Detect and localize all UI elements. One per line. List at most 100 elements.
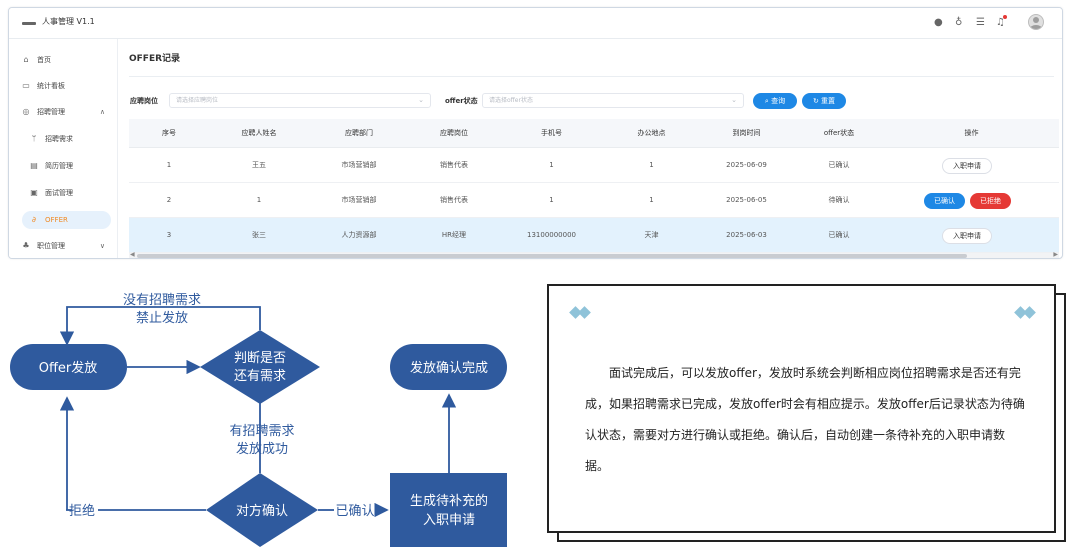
header-cell: 序号 [162,129,176,137]
horizontal-scrollbar[interactable]: ◀ ▶ [129,251,1059,258]
status-select[interactable]: 请选择offer状态 ⌄ [482,93,744,108]
sidebar-item-label: 统计看板 [37,82,65,90]
onboarding-apply-button[interactable]: 入职申请 [942,158,992,174]
table-cell: HR经理 [441,231,467,239]
table-cell: 13100000000 [527,231,576,239]
top-bar: 人事管理 V1.1 ● ♁ ☰ ♫ [9,8,1062,39]
sidebar: ⌂ 首页 ▭ 统计看板 ◎ 招聘管理 ∧ ᛘ 招聘需求 ▤ 简历管理 ▣ 面试管… [9,39,118,258]
sidebar-item-offer[interactable]: ∂ OFFER [22,211,111,229]
sidebar-item-home[interactable]: ⌂ 首页 [15,51,111,69]
decision-node-demand [200,330,320,404]
diamond-icon [1023,306,1036,319]
decision1-label: 还有需求 [234,369,286,384]
header-cell: 应聘岗位 [440,129,468,137]
chevron-down-icon: ⌄ [418,96,424,104]
has-demand-label: 发放成功 [236,441,288,457]
offer-flowchart: Offer发放 判断是否 还有需求 没有招聘需求 禁止发放 有招聘需求 发放成功… [10,293,507,547]
status-select-placeholder: 请选择offer状态 [489,97,533,104]
translate-icon[interactable]: ♁ [955,17,962,29]
query-button-label: 查询 [771,97,786,105]
logo-icon [22,22,36,25]
sidebar-item-label: 招聘需求 [45,135,73,143]
refresh-icon: ↻ [812,97,822,105]
sidebar-item-demand[interactable]: ᛘ 招聘需求 [15,130,111,148]
resume-icon: ▤ [30,161,38,170]
header-cell: 手机号 [541,129,562,137]
table-cell: 1 [166,161,172,169]
table-cell: 市场营销部 [341,196,377,204]
chevron-down-icon: ⌄ [731,96,737,104]
branch-icon: ᛘ [31,134,37,143]
header-cell: 办公地点 [637,129,666,137]
sidebar-item-resume[interactable]: ▤ 简历管理 [15,157,111,175]
table-header: 序号 应聘人姓名 应聘部门 应聘岗位 手机号 办公地点 到岗时间 offer状态… [129,119,1059,148]
sidebar-item-label: 首页 [37,56,51,64]
table-cell: 1 [549,161,554,169]
header-cell: 应聘部门 [345,129,373,137]
position-select-placeholder: 请选择应聘岗位 [176,97,219,104]
sidebar-item-recruitment[interactable]: ◎ 招聘管理 ∧ [15,103,111,121]
table-cell: 2025-06-03 [726,231,767,239]
notification-dot [1003,15,1007,19]
recruit-icon: ◎ [22,107,30,116]
table-cell: 1 [549,196,554,204]
scrollbar-thumb[interactable] [137,254,967,258]
note-card: 面试完成后，可以发放offer，发放时系统会判断相应岗位招聘需求是否还有完成，如… [547,284,1056,533]
status-filter-label: offer状态 [445,97,478,105]
table-cell: 销售代表 [440,161,468,169]
scroll-right-icon[interactable]: ▶ [1053,251,1058,258]
scroll-left-icon[interactable]: ◀ [130,251,135,258]
robot-icon[interactable]: ● [934,17,943,29]
reject-label: 拒绝 [69,503,95,519]
table-cell: 2 [166,196,172,204]
divider [129,76,1054,77]
position-filter-label: 应聘岗位 [130,97,158,105]
table-cell: 1 [649,161,654,169]
table-cell: 天津 [644,231,659,239]
position-select[interactable]: 请选择应聘岗位 ⌄ [169,93,431,108]
header-cell: 操作 [964,129,979,137]
table-cell: 2025-06-05 [726,196,767,204]
confirm-button[interactable]: 已确认 [924,193,965,209]
table-cell: 已确认 [828,231,850,239]
chevron-down-icon: ∨ [99,242,105,250]
table-row[interactable]: 1 王五 市场营销部 销售代表 1 1 2025-06-09 已确认 入职申请 [129,148,1059,183]
sidebar-item-label: OFFER [45,216,68,224]
process-label: 入职申请 [423,513,475,528]
start-node-label: Offer发放 [39,360,98,376]
sidebar-item-positions[interactable]: ♣ 职位管理 ∨ [15,237,111,255]
table-cell: 张三 [252,231,266,239]
header-cell: 到岗时间 [732,129,761,137]
table-cell: 1 [256,196,262,204]
table-cell: 已确认 [828,161,850,169]
chevron-up-icon: ∧ [99,108,105,116]
header-cell: 应聘人姓名 [241,129,277,137]
reject-button[interactable]: 已拒绝 [970,193,1011,209]
decision2-label: 对方确认 [236,503,288,519]
table-cell: 人力资源部 [341,231,377,239]
table-row[interactable]: 2 1 市场营销部 销售代表 1 1 2025-06-05 待确认 已确认 已拒… [129,183,1059,218]
confirmed-label: 已确认 [335,504,374,519]
no-demand-label: 没有招聘需求 [123,293,201,308]
avatar[interactable] [1028,14,1044,30]
onboarding-apply-button[interactable]: 入职申请 [942,228,992,244]
page-title: OFFER记录 [129,54,181,64]
reset-button[interactable]: ↻ 重置 [802,93,846,109]
app-title: 人事管理 V1.1 [42,17,95,26]
sidebar-item-interview[interactable]: ▣ 面试管理 [15,184,111,202]
sidebar-item-dashboard[interactable]: ▭ 统计看板 [15,77,111,95]
sidebar-item-label: 招聘管理 [37,108,65,116]
note-text: 面试完成后，可以发放offer，发放时系统会判断相应岗位招聘需求是否还有完成，如… [585,366,1025,473]
table-row[interactable]: 3 张三 人力资源部 HR经理 13100000000 天津 2025-06-0… [129,218,1059,253]
diamond-icon [578,306,591,319]
menu-icon[interactable]: ☰ [976,17,985,29]
table-cell: 1 [649,196,654,204]
org-icon: ♣ [22,241,30,250]
table-cell: 王五 [252,161,266,169]
has-demand-label: 有招聘需求 [229,424,294,439]
table-cell: 销售代表 [440,196,468,204]
query-button[interactable]: ⌕ 查询 [753,93,797,109]
process-label: 生成待补充的 [410,493,488,509]
table-cell: 2025-06-09 [726,161,767,169]
app-window: 人事管理 V1.1 ● ♁ ☰ ♫ ⌂ 首页 ▭ 统计看板 ◎ 招聘管理 ∧ ᛘ… [8,7,1063,259]
